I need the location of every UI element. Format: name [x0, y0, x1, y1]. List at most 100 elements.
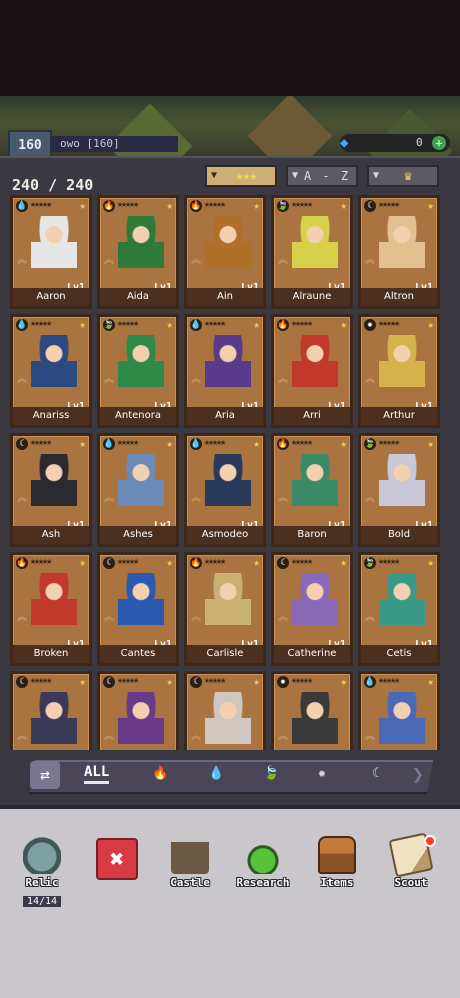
element-icon: ✹: [277, 676, 289, 688]
hero-name: Antenora: [100, 407, 176, 425]
element-icon: 🔥: [16, 557, 28, 569]
star-icon: ★: [253, 675, 260, 688]
filter-fire-icon[interactable]: 🔥: [152, 766, 168, 781]
hero-name: Cetis: [361, 645, 437, 663]
hero-card[interactable]: 💧★★★★★★︽Lv1Aaron: [10, 195, 92, 309]
nav-castle[interactable]: Castle: [160, 836, 220, 889]
nav-research[interactable]: Research: [233, 836, 293, 889]
element-icon: ☾: [103, 557, 115, 569]
hero-card[interactable]: 🍃★★★★★★︽Lv1Alraune: [271, 195, 353, 309]
close-button[interactable]: ✖: [96, 838, 138, 880]
hero-card[interactable]: ✹★★★★★★︽Lv1Arthur: [358, 314, 440, 428]
filter-light-icon[interactable]: ✹: [318, 766, 326, 781]
star-rating: ★★★★★: [117, 318, 139, 329]
hero-card[interactable]: ✹ ★★★★★ ★ ︽: [271, 671, 353, 750]
chevron-right-icon[interactable]: ❯: [412, 762, 424, 786]
sort-by-rank-button[interactable]: ▼ ♛: [367, 165, 439, 187]
hero-sprite: [379, 692, 425, 750]
star-icon: ★: [79, 556, 86, 569]
star-rating: ★★★★★: [30, 556, 52, 567]
star-icon: ★: [79, 199, 86, 212]
hero-sprite: [379, 216, 425, 278]
filter-dark-icon[interactable]: ☾: [372, 766, 380, 781]
rank-up-icon: ︽: [17, 731, 27, 742]
hero-sprite: [31, 692, 77, 750]
hero-name: Aida: [100, 288, 176, 306]
filter-leaf-icon[interactable]: 🍃: [263, 766, 279, 781]
nav-relic[interactable]: Relic 14/14: [12, 836, 72, 908]
star-rating: ★★★★★: [204, 556, 226, 567]
rank-up-icon: ︽: [278, 731, 288, 742]
hero-card[interactable]: ☾ ★★★★★ ★ ︽: [10, 671, 92, 750]
element-icon: ☾: [277, 557, 289, 569]
hero-card[interactable]: 🔥★★★★★★︽Lv1Carlisle: [184, 552, 266, 666]
hero-card[interactable]: 🔥★★★★★★︽Lv1Baron: [271, 433, 353, 547]
rank-up-icon: ︽: [191, 374, 201, 385]
add-gems-button[interactable]: +: [432, 136, 446, 150]
element-icon: 💧: [16, 319, 28, 331]
hero-name: Cantes: [100, 645, 176, 663]
hero-card[interactable]: 💧 ★★★★★ ★ ︽: [358, 671, 440, 750]
hero-name: Aria: [187, 407, 263, 425]
star-icon: ★: [427, 556, 434, 569]
star-icon: ★: [340, 437, 347, 450]
hero-card[interactable]: ☾★★★★★★︽Lv1Cantes: [97, 552, 179, 666]
rank-up-icon: ︽: [104, 731, 114, 742]
nav-items[interactable]: Items: [307, 836, 367, 889]
rank-up-icon: ︽: [191, 731, 201, 742]
star-rating: ★★★★★: [291, 437, 313, 448]
hero-sprite: [292, 692, 338, 750]
hero-name: Catherine: [274, 645, 350, 663]
hero-card[interactable]: 🍃★★★★★★︽Lv1Cetis: [358, 552, 440, 666]
element-icon: 🔥: [190, 557, 202, 569]
element-icon: 🍃: [277, 200, 289, 212]
hero-card[interactable]: 🔥★★★★★★︽Lv1Arri: [271, 314, 353, 428]
star-icon: ★: [427, 437, 434, 450]
hero-grid: 💧★★★★★★︽Lv1Aaron🔥★★★★★★︽Lv1Aida🔥★★★★★★︽L…: [10, 195, 446, 750]
star-rating: ★★★★★: [30, 437, 52, 448]
hero-card[interactable]: 🍃★★★★★★︽Lv1Bold: [358, 433, 440, 547]
swap-icon[interactable]: ⇄: [30, 761, 60, 789]
sort-az-label: A - Z: [303, 169, 351, 183]
hero-card[interactable]: 💧★★★★★★︽Lv1Ashes: [97, 433, 179, 547]
hero-card[interactable]: 💧★★★★★★︽Lv1Asmodeo: [184, 433, 266, 547]
hero-sprite: [292, 335, 338, 397]
hero-card[interactable]: ☾★★★★★★︽Lv1Altron: [358, 195, 440, 309]
filter-all-tab[interactable]: ALL: [84, 764, 110, 784]
hero-card[interactable]: ☾ ★★★★★ ★ ︽: [184, 671, 266, 750]
hero-card[interactable]: ☾ ★★★★★ ★ ︽: [97, 671, 179, 750]
star-rating: ★★★★★: [117, 199, 139, 210]
player-name: owo [160]: [52, 136, 178, 152]
hero-card[interactable]: 💧★★★★★★︽Lv1Aria: [184, 314, 266, 428]
hero-name: Carlisle: [187, 645, 263, 663]
hero-card[interactable]: 🔥★★★★★★︽Lv1Ain: [184, 195, 266, 309]
nav-relic-label: Relic: [25, 876, 59, 889]
star-rating: ★★★★★: [378, 318, 400, 329]
filter-water-icon[interactable]: 💧: [208, 766, 224, 781]
star-rating: ★★★★★: [117, 675, 139, 686]
hero-sprite: [205, 335, 251, 397]
hero-card[interactable]: ☾★★★★★★︽Lv1Catherine: [271, 552, 353, 666]
crown-icon: ♛: [404, 168, 412, 184]
star-icon: ★: [340, 675, 347, 688]
nav-castle-label: Castle: [170, 876, 210, 889]
hero-sprite: [205, 216, 251, 278]
star-rating: ★★★★★: [30, 318, 52, 329]
hero-card[interactable]: 💧★★★★★★︽Lv1Anariss: [10, 314, 92, 428]
hero-card[interactable]: 🔥★★★★★★︽Lv1Aida: [97, 195, 179, 309]
hero-sprite: [379, 335, 425, 397]
star-icon: ★: [166, 437, 173, 450]
star-rating: ★★★★★: [378, 556, 400, 567]
star-icon: ★: [340, 556, 347, 569]
hero-card[interactable]: 🔥★★★★★★︽Lv1Broken: [10, 552, 92, 666]
sort-by-stars-button[interactable]: ▼ ★★★: [205, 165, 277, 187]
star-rating: ★★★★★: [378, 437, 400, 448]
hero-card[interactable]: ☾★★★★★★︽Lv1Ash: [10, 433, 92, 547]
rank-up-icon: ︽: [191, 612, 201, 623]
element-icon: ✹: [364, 319, 376, 331]
hero-card[interactable]: 🍃★★★★★★︽Lv1Antenora: [97, 314, 179, 428]
hero-name: Anariss: [13, 407, 89, 425]
sort-alphabetical-button[interactable]: ▼ A - Z: [286, 165, 358, 187]
gem-counter: ◆ 0 +: [340, 134, 450, 152]
rank-up-icon: ︽: [365, 255, 375, 266]
